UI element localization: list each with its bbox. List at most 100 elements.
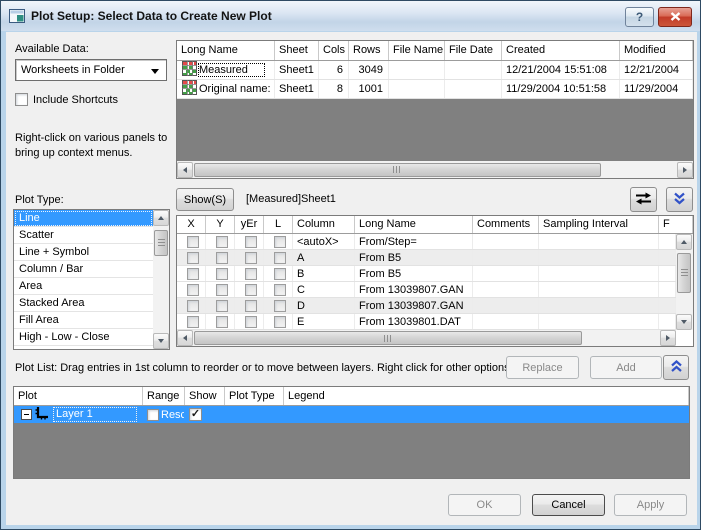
plot-type-option-line-symbol[interactable]: Line + Symbol — [14, 244, 153, 261]
show-checkbox[interactable]: ✓ — [189, 408, 202, 421]
plot-type-option-column-bar[interactable]: Column / Bar — [14, 261, 153, 278]
plot-type-option-scatter[interactable]: Scatter — [14, 227, 153, 244]
sheet-cell: Sheet1 — [275, 80, 319, 98]
y-checkbox[interactable] — [216, 268, 228, 280]
col-header-sampling-interval[interactable]: Sampling Interval — [539, 216, 659, 233]
col-header-plot-type[interactable]: Plot Type — [225, 387, 284, 405]
cols-cell: 6 — [319, 61, 349, 79]
x-checkbox[interactable] — [187, 252, 199, 264]
x-checkbox[interactable] — [187, 236, 199, 248]
columns-table-hscrollbar[interactable] — [177, 330, 676, 346]
col-header-rows[interactable]: Rows — [349, 41, 389, 60]
col-header-f[interactable]: F — [659, 216, 693, 233]
yer-checkbox[interactable] — [245, 268, 257, 280]
scrollbar-thumb[interactable] — [194, 163, 601, 177]
layer-row[interactable]: Layer 1 Resca ✓ — [14, 406, 689, 423]
scrollbar-thumb[interactable] — [677, 253, 691, 293]
plot-type-option-fill-area[interactable]: Fill Area — [14, 312, 153, 329]
col-header-range[interactable]: Range — [143, 387, 185, 405]
replace-button[interactable]: Replace — [506, 356, 579, 379]
col-header-sheet[interactable]: Sheet — [275, 41, 319, 60]
yer-checkbox[interactable] — [245, 300, 257, 312]
help-button[interactable]: ? — [625, 7, 654, 27]
scroll-left-arrow[interactable] — [177, 162, 193, 178]
scrollbar-thumb[interactable] — [154, 230, 168, 256]
collapse-panel-button[interactable] — [666, 187, 693, 212]
l-checkbox[interactable] — [274, 268, 286, 280]
scroll-up-arrow[interactable] — [676, 234, 692, 250]
col-header-y[interactable]: Y — [206, 216, 235, 233]
swap-columns-button[interactable] — [630, 187, 657, 212]
col-header-cols[interactable]: Cols — [319, 41, 349, 60]
cancel-button[interactable]: Cancel — [532, 494, 605, 516]
plot-type-scrollbar[interactable] — [153, 210, 169, 349]
apply-button[interactable]: Apply — [614, 494, 687, 516]
scrollbar-thumb[interactable] — [194, 331, 582, 345]
col-header-x[interactable]: X — [177, 216, 206, 233]
col-header-l[interactable]: L — [264, 216, 293, 233]
x-checkbox[interactable] — [187, 268, 199, 280]
col-header-modified[interactable]: Modified — [620, 41, 693, 60]
col-header-long-name[interactable]: Long Name — [355, 216, 473, 233]
col-header-show[interactable]: Show — [185, 387, 225, 405]
add-button[interactable]: Add — [590, 356, 662, 379]
available-data-dropdown[interactable]: Worksheets in Folder — [15, 59, 167, 81]
col-header-plot[interactable]: Plot — [14, 387, 143, 405]
scroll-right-arrow[interactable] — [660, 330, 676, 346]
col-header-legend[interactable]: Legend — [284, 387, 689, 405]
comments-cell — [473, 314, 539, 329]
rescale-checkbox[interactable] — [147, 409, 159, 421]
col-header-created[interactable]: Created — [502, 41, 620, 60]
scroll-down-arrow[interactable] — [153, 333, 169, 349]
y-checkbox[interactable] — [216, 316, 228, 328]
show-button[interactable]: Show(S) — [176, 188, 234, 211]
yer-checkbox[interactable] — [245, 284, 257, 296]
column-row-a[interactable]: A From B5 — [177, 250, 676, 266]
scroll-down-arrow[interactable] — [676, 314, 692, 330]
scroll-right-arrow[interactable] — [677, 162, 693, 178]
l-checkbox[interactable] — [274, 316, 286, 328]
data-table-hscrollbar[interactable] — [177, 161, 693, 178]
l-checkbox[interactable] — [274, 284, 286, 296]
l-checkbox[interactable] — [274, 236, 286, 248]
x-checkbox[interactable] — [187, 316, 199, 328]
column-row-b[interactable]: B From B5 — [177, 266, 676, 282]
plot-type-option-area[interactable]: Area — [14, 278, 153, 295]
plot-type-option-stacked-area[interactable]: Stacked Area — [14, 295, 153, 312]
x-checkbox[interactable] — [187, 284, 199, 296]
scroll-up-arrow[interactable] — [153, 210, 169, 226]
worksheet-row-original[interactable]: Original name: BO Sheet1 8 1001 11/29/20… — [177, 80, 693, 99]
col-header-file-name[interactable]: File Name — [389, 41, 445, 60]
column-row-c[interactable]: C From 13039807.GAN — [177, 282, 676, 298]
l-checkbox[interactable] — [274, 252, 286, 264]
collapse-node-icon[interactable] — [21, 409, 32, 420]
close-button[interactable] — [658, 7, 692, 27]
x-checkbox[interactable] — [187, 300, 199, 312]
yer-checkbox[interactable] — [245, 252, 257, 264]
column-row-d[interactable]: D From 13039807.GAN — [177, 298, 676, 314]
plot-type-option-line[interactable]: Line — [14, 210, 153, 227]
y-checkbox[interactable] — [216, 300, 228, 312]
col-header-yer[interactable]: yEr — [235, 216, 264, 233]
col-header-long-name[interactable]: Long Name — [177, 41, 275, 60]
plot-type-option-high-low-close[interactable]: High - Low - Close — [14, 329, 153, 346]
titlebar[interactable]: Plot Setup: Select Data to Create New Pl… — [1, 1, 700, 31]
columns-table-vscrollbar[interactable] — [676, 234, 693, 330]
col-header-comments[interactable]: Comments — [473, 216, 539, 233]
worksheet-row-measured[interactable]: Measured Sheet1 6 3049 12/21/2004 15:51:… — [177, 61, 693, 80]
expand-panel-button[interactable] — [663, 355, 689, 380]
y-checkbox[interactable] — [216, 236, 228, 248]
yer-checkbox[interactable] — [245, 236, 257, 248]
col-header-file-date[interactable]: File Date — [445, 41, 502, 60]
yer-checkbox[interactable] — [245, 316, 257, 328]
y-checkbox[interactable] — [216, 252, 228, 264]
ok-button[interactable]: OK — [448, 494, 521, 516]
col-header-column[interactable]: Column — [293, 216, 355, 233]
scroll-left-arrow[interactable] — [177, 330, 193, 346]
y-checkbox[interactable] — [216, 284, 228, 296]
column-row-autox[interactable]: <autoX> From/Step= — [177, 234, 676, 250]
column-row-e[interactable]: E From 13039801.DAT — [177, 314, 676, 330]
l-checkbox[interactable] — [274, 300, 286, 312]
sampling-interval-cell — [539, 250, 659, 265]
include-shortcuts-checkbox[interactable] — [15, 93, 28, 106]
